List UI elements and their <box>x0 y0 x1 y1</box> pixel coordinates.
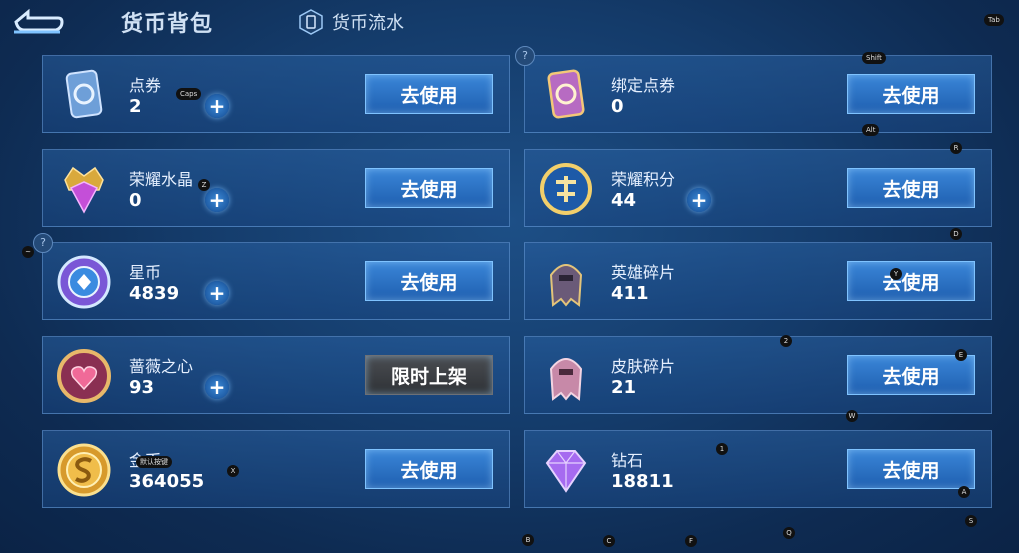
currency-card-dianquan: 点券 2 + 去使用 <box>42 55 510 133</box>
hotkey-hint: 默认按键 <box>136 456 172 468</box>
top-bar: 货币背包 货币流水 <box>0 0 1019 46</box>
hotkey-hint: Caps <box>176 88 202 100</box>
bound-coupon-icon <box>547 69 585 119</box>
currency-name: 蔷薇之心 <box>129 357 194 376</box>
use-button[interactable]: 去使用 <box>847 74 975 114</box>
coupon-card-icon <box>65 69 103 119</box>
hotkey-hint: 2 <box>780 335 792 347</box>
use-button[interactable]: 去使用 <box>847 449 975 489</box>
hotkey-hint: X <box>227 465 239 477</box>
currency-value: 4839 <box>129 283 180 304</box>
use-button[interactable]: 去使用 <box>847 355 975 395</box>
currency-flow-label: 货币流水 <box>332 13 404 34</box>
hotkey-hint: Z <box>198 179 210 191</box>
hotkey-hint: 1 <box>716 443 728 455</box>
currency-card-skin-shard: 皮肤碎片 21 去使用 <box>524 336 992 414</box>
hero-shard-icon <box>549 264 583 307</box>
skin-shard-icon <box>549 358 583 401</box>
hotkey-hint: D <box>950 228 962 240</box>
hotkey-hint: Q <box>783 527 795 539</box>
hotkey-hint: F <box>685 535 697 547</box>
currency-value: 411 <box>611 283 649 304</box>
currency-flow-tab[interactable]: 货币流水 <box>298 8 404 36</box>
currency-card-gold: 金币 364055 去使用 <box>42 430 510 508</box>
add-button[interactable]: + <box>205 94 229 118</box>
hotkey-hint: R <box>950 142 962 154</box>
hotkey-hint: ~ <box>22 246 34 258</box>
currency-card-points: 荣耀积分 44 + 去使用 <box>524 149 992 227</box>
use-button[interactable]: 去使用 <box>365 168 493 208</box>
currency-name: 英雄碎片 <box>611 263 676 282</box>
crystal-icon <box>64 166 104 214</box>
currency-card-diamond: 钻石 18811 去使用 <box>524 430 992 508</box>
hotkey-hint: B <box>522 534 534 546</box>
currency-card-bound-dianquan: ? 绑定点券 0 去使用 <box>515 46 992 133</box>
gold-coin-icon <box>57 443 111 497</box>
hotkey-hint: Y <box>890 268 902 280</box>
currency-card-star-coin: ? 星币 4839 + 去使用 <box>33 233 510 320</box>
add-button[interactable]: + <box>205 375 229 399</box>
currency-value: 0 <box>611 96 624 117</box>
star-coin-icon <box>57 255 111 309</box>
add-button[interactable]: + <box>205 281 229 305</box>
hotkey-hint: Shift <box>862 52 886 64</box>
limited-time-button: 限时上架 <box>365 355 493 395</box>
ledger-icon <box>299 9 323 35</box>
use-button[interactable]: 去使用 <box>365 74 493 114</box>
currency-name: 荣耀水晶 <box>129 170 194 189</box>
points-icon <box>540 163 592 215</box>
hotkey-hint: W <box>846 410 858 422</box>
page-title: 货币背包 <box>121 12 214 37</box>
currency-value: 44 <box>611 190 637 211</box>
currency-name: 绑定点券 <box>611 76 676 95</box>
currency-card-rose-heart: 蔷薇之心 93 + 限时上架 <box>42 336 510 414</box>
currency-value: 364055 <box>129 471 205 492</box>
use-button[interactable]: 去使用 <box>847 168 975 208</box>
currency-name: 荣耀积分 <box>611 170 676 189</box>
currency-name: 点券 <box>129 76 162 95</box>
hotkey-hint: A <box>958 486 970 498</box>
use-button[interactable]: 去使用 <box>365 449 493 489</box>
currency-name: 钻石 <box>611 451 644 470</box>
add-button[interactable]: + <box>205 188 229 212</box>
rose-heart-icon <box>57 349 111 403</box>
hotkey-hint: E <box>955 349 967 361</box>
currency-name: 星币 <box>129 263 162 282</box>
currency-name: 皮肤碎片 <box>611 357 676 376</box>
hotkey-hint: S <box>965 515 977 527</box>
hotkey-hint: Alt <box>862 124 880 136</box>
currency-value: 0 <box>129 190 142 211</box>
back-arrow-icon[interactable] <box>8 8 64 36</box>
currency-card-hero-shard: 英雄碎片 411 去使用 <box>524 242 992 320</box>
add-button[interactable]: + <box>687 188 711 212</box>
help-icon[interactable]: ? <box>33 233 53 253</box>
currency-value: 18811 <box>611 471 674 492</box>
currency-value: 2 <box>129 96 142 117</box>
hotkey-hint: C <box>603 535 615 547</box>
help-icon[interactable]: ? <box>515 46 535 66</box>
currency-value: 93 <box>129 377 155 398</box>
currency-card-crystal: 荣耀水晶 0 + 去使用 <box>42 149 510 227</box>
use-button[interactable]: 去使用 <box>365 261 493 301</box>
use-button[interactable]: 去使用 <box>847 261 975 301</box>
currency-value: 21 <box>611 377 637 398</box>
hotkey-hint: Tab <box>984 14 1004 26</box>
diamond-icon <box>545 450 587 493</box>
